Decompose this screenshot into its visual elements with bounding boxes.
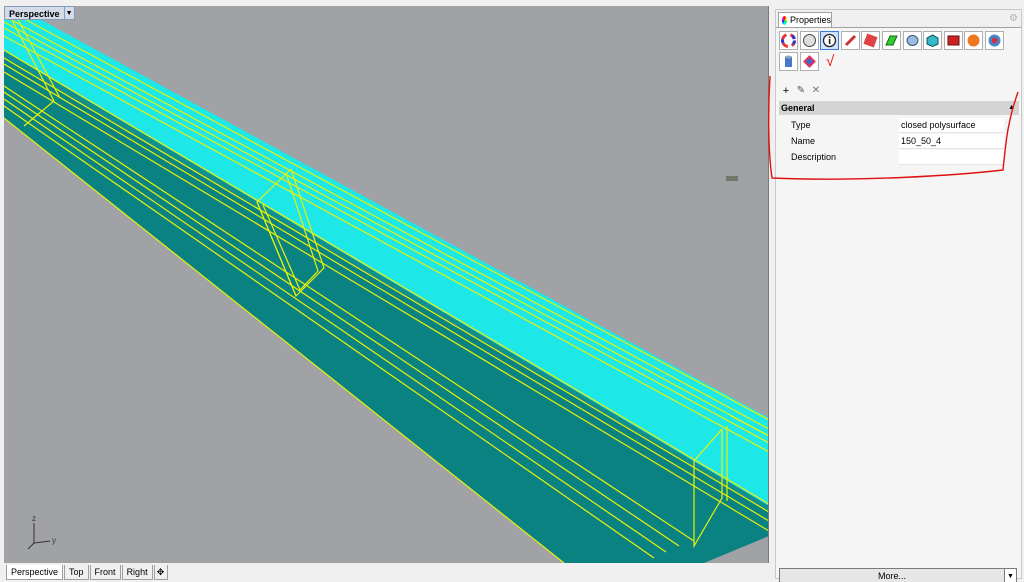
more-button-label: More...: [877, 571, 906, 581]
chevron-down-icon[interactable]: ▼: [1004, 569, 1016, 582]
beam-side-face: [4, 51, 768, 563]
axis-z-label: z: [32, 514, 36, 523]
display-icon[interactable]: [799, 31, 819, 50]
description-field[interactable]: [899, 149, 1004, 165]
chevron-down-icon[interactable]: ▼: [63, 7, 74, 19]
tab-top[interactable]: Top: [64, 565, 89, 580]
add-viewport-icon[interactable]: ✥: [153, 565, 168, 580]
info-icon[interactable]: [820, 31, 840, 50]
property-name: Name: [791, 136, 816, 146]
tab-front[interactable]: Front: [89, 565, 121, 580]
gear-icon[interactable]: ⚙: [1009, 14, 1019, 24]
object-tools: + ✎ ✕: [781, 85, 821, 97]
render-icon[interactable]: [943, 31, 963, 50]
beam-render[interactable]: [4, 6, 769, 563]
beam-top-face: [4, 6, 768, 506]
rhino-window: Perspective ▼ z y Perspective Top Front …: [0, 0, 1024, 582]
cylinder-icon[interactable]: [779, 52, 798, 71]
property-name: Type: [791, 120, 811, 130]
property-row-description: Description: [779, 149, 1019, 165]
grasshopper-icon[interactable]: [799, 52, 819, 71]
edit-icon[interactable]: ✎: [796, 85, 806, 97]
viewport-tabs: Perspective Top Front Right ✥: [6, 565, 168, 580]
general-properties-table: Type closed polysurface Name 150_50_4 De…: [779, 117, 1019, 165]
general-section-header[interactable]: General ▲: [779, 101, 1019, 115]
type-value: closed polysurface: [899, 117, 1004, 133]
properties-body: + ✎ ✕ General ▲ Type closed polysurface …: [776, 27, 1021, 582]
pen-icon[interactable]: [840, 31, 860, 50]
general-section-title: General: [781, 103, 815, 113]
viewport-title-label[interactable]: Perspective: [5, 7, 64, 19]
more-button[interactable]: More... ▼: [779, 568, 1017, 582]
texture-icon[interactable]: [984, 31, 1004, 50]
collapse-icon[interactable]: ▲: [1008, 101, 1015, 115]
cube-icon[interactable]: [923, 31, 943, 50]
property-row-type: Type closed polysurface: [779, 117, 1019, 133]
tab-right[interactable]: Right: [121, 565, 153, 580]
ball-icon[interactable]: [964, 31, 984, 50]
small-object-marker: [726, 176, 738, 181]
properties-panel: Properties ⚙ + ✎ ✕ General ▲ Type closed…: [775, 9, 1022, 582]
properties-tab[interactable]: Properties: [778, 12, 832, 27]
properties-tab-label: Properties: [789, 15, 831, 25]
tab-perspective[interactable]: Perspective: [6, 565, 64, 580]
viewport-title[interactable]: Perspective ▼: [4, 6, 75, 20]
axis-gizmo-icon: z y: [27, 514, 56, 550]
color-wheel-icon: [782, 15, 787, 25]
name-field[interactable]: 150_50_4: [899, 133, 1004, 149]
property-row-name: Name 150_50_4: [779, 133, 1019, 149]
add-icon[interactable]: +: [781, 85, 791, 97]
mesh-icon[interactable]: [902, 31, 922, 50]
properties-page-icons: [779, 31, 1019, 73]
axis-y-label: y: [52, 536, 56, 545]
surface-icon[interactable]: [881, 31, 901, 50]
material-icon[interactable]: [779, 31, 798, 50]
property-name: Description: [791, 152, 837, 162]
perspective-viewport[interactable]: Perspective ▼ z y: [4, 6, 769, 563]
delete-icon[interactable]: ✕: [811, 85, 821, 97]
section-icon[interactable]: [861, 31, 881, 50]
